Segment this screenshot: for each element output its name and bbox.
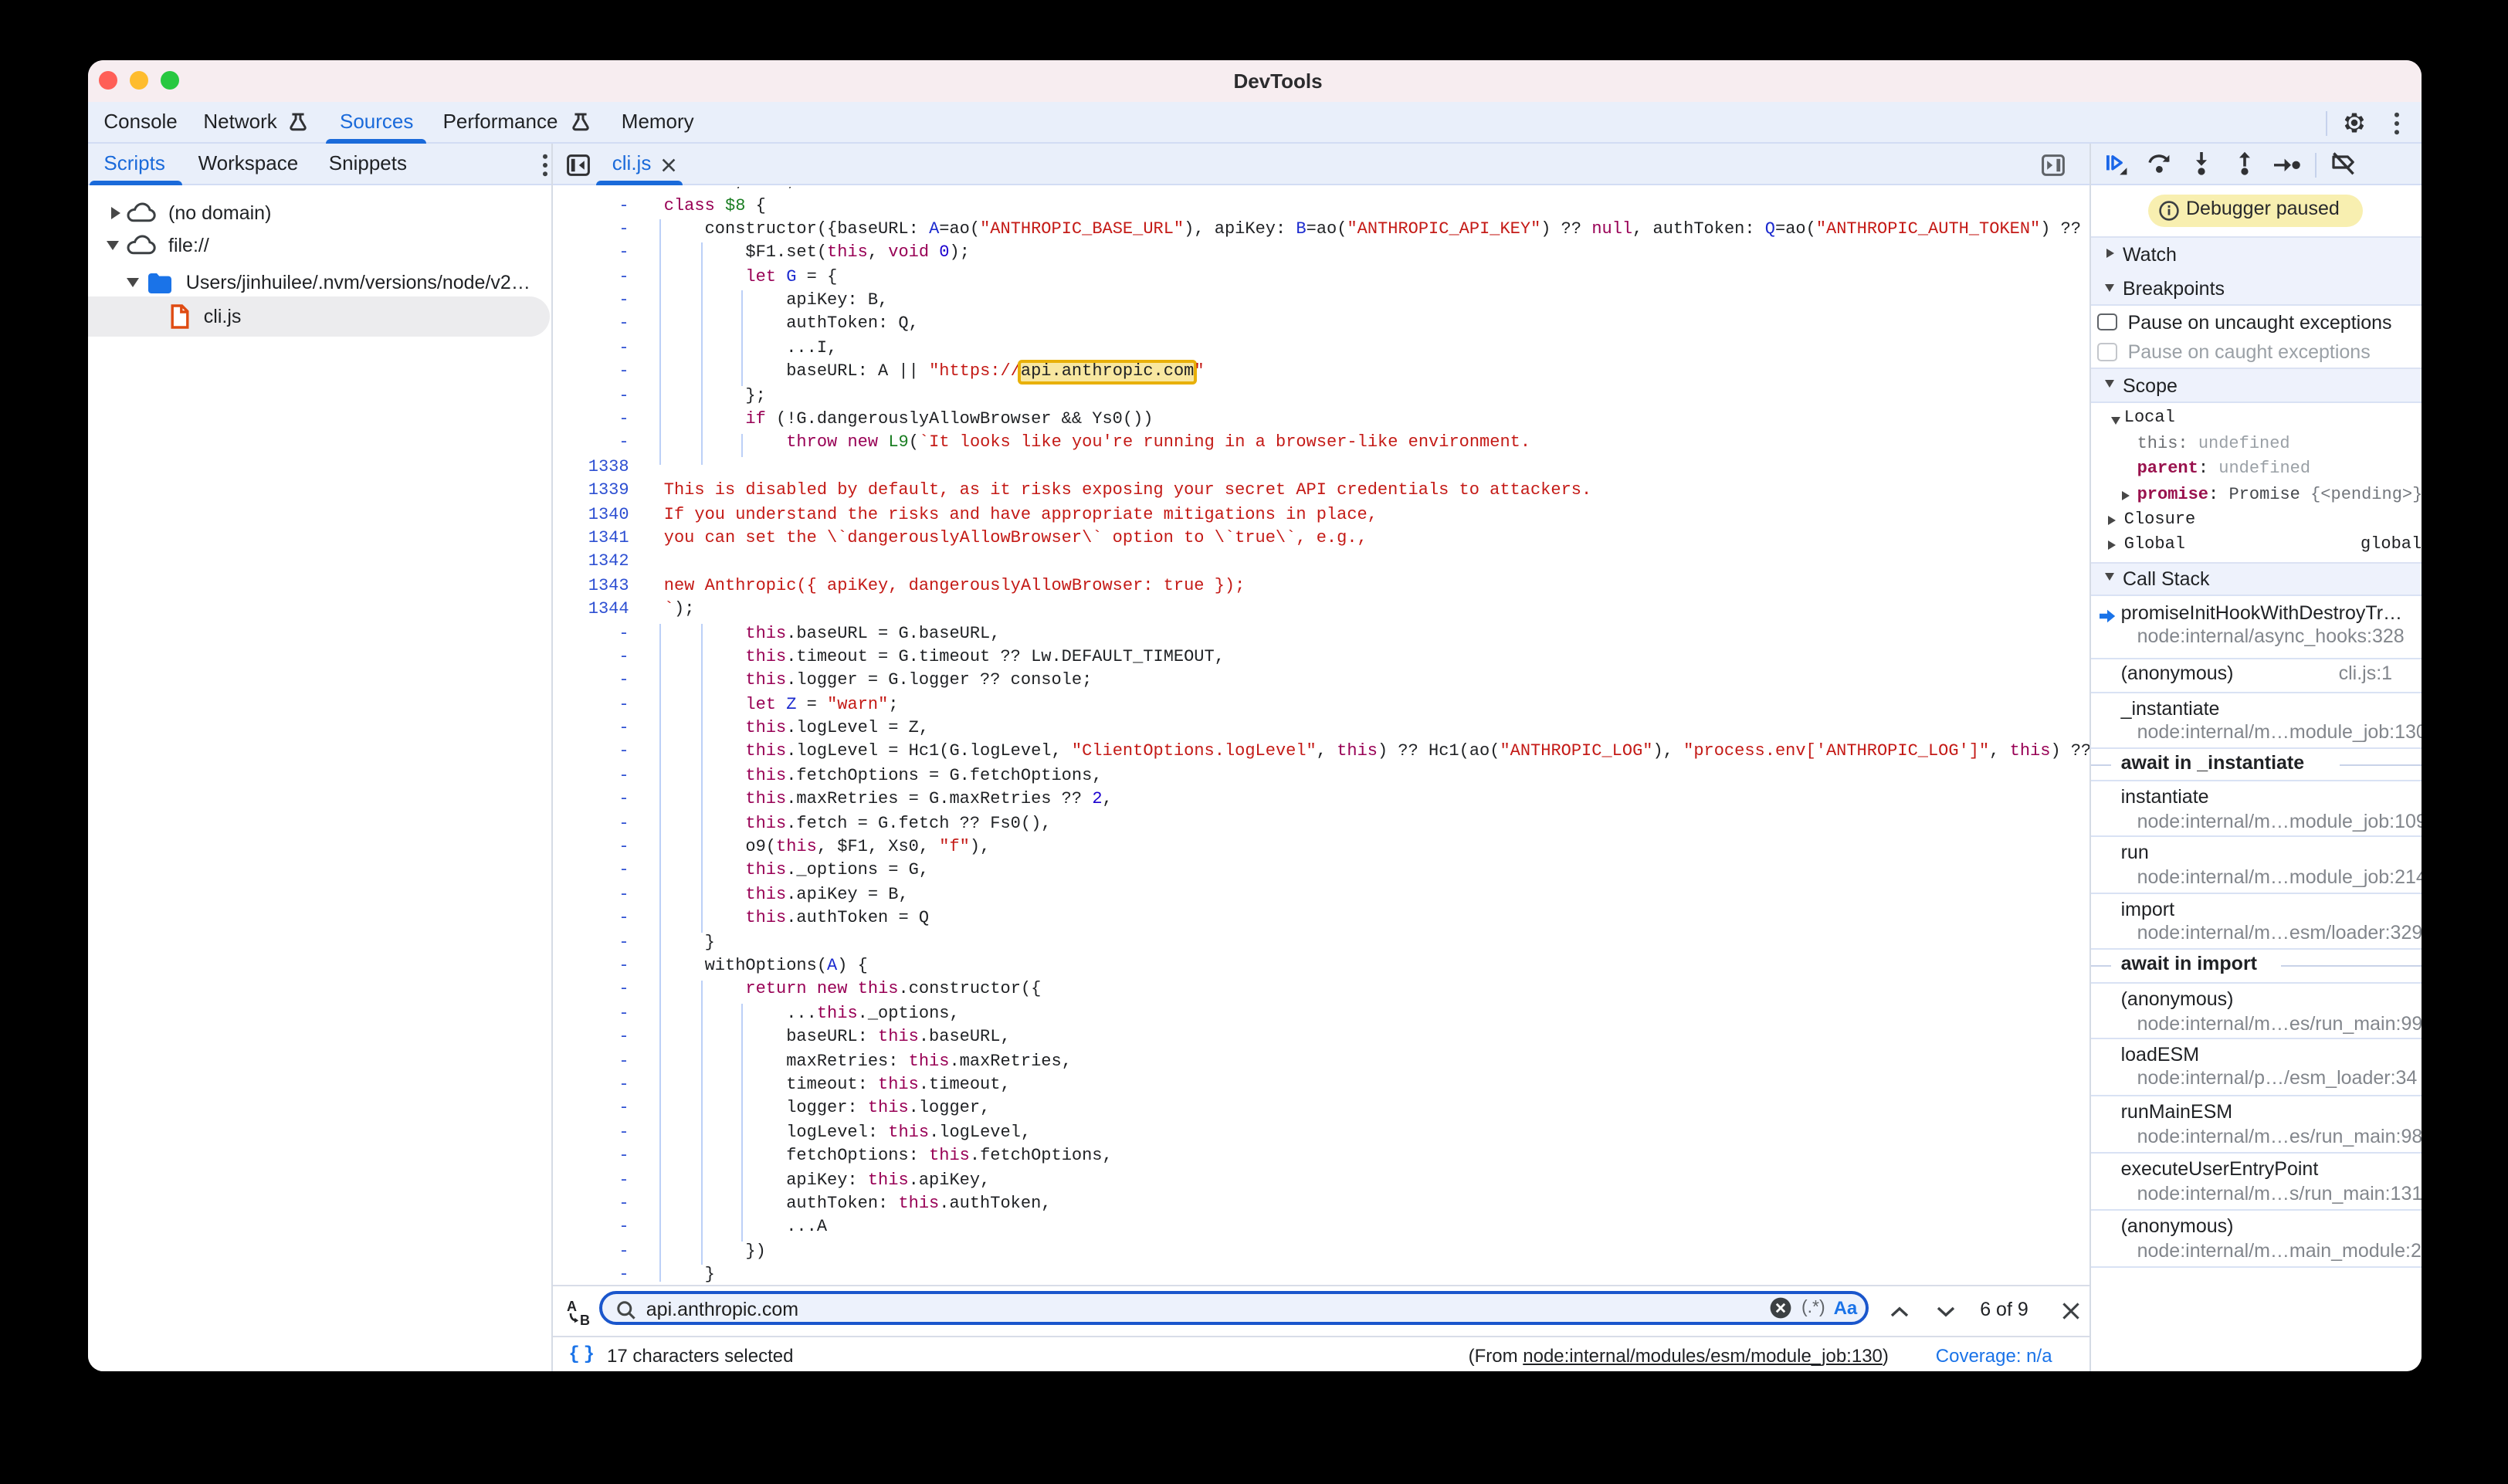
svg-text:A: A	[567, 1298, 577, 1313]
svg-text:B: B	[580, 1312, 590, 1326]
